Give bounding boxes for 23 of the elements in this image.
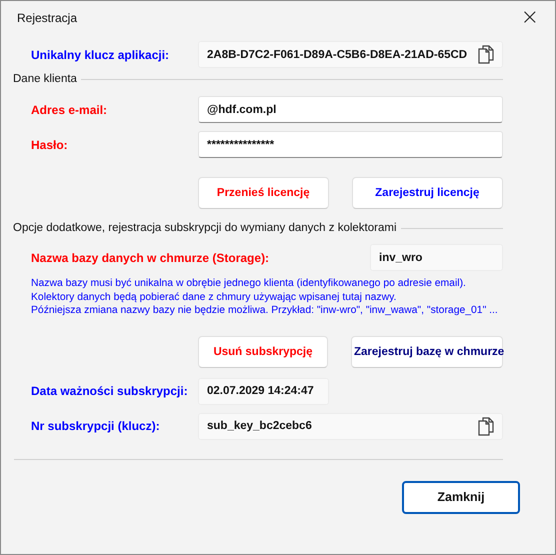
action-button[interactable]: Usuń subskrypcję bbox=[198, 336, 328, 368]
field-label: Unikalny klucz aplikacji: bbox=[30, 48, 170, 62]
value-field[interactable]: @hdf.com.pl bbox=[198, 96, 503, 123]
field-label: Nr subskrypcji (klucz): bbox=[30, 419, 161, 433]
field-label: Data ważności subskrypcji: bbox=[30, 384, 189, 398]
info-text: Późniejsza zmiana nazwy bazy nie będzie możliwa. Przykład: "inw-wro", "inw_wawa", "storage_01" ... bbox=[31, 304, 499, 318]
section-title: Opcje dodatkowe, rejestracja subskrypcji do wymiany danych z kolektorami bbox=[13, 222, 396, 234]
field-label: Adres e-mail: bbox=[30, 102, 108, 116]
window-title: Rejestracja bbox=[17, 11, 78, 25]
section-title: Dane klienta bbox=[13, 73, 77, 85]
action-button[interactable]: Zarejestruj licencję bbox=[352, 177, 503, 209]
action-button[interactable]: Zarejestruj bazę w chmurze bbox=[351, 336, 503, 368]
value-field[interactable]: *************** bbox=[198, 131, 503, 158]
field-label: Hasło: bbox=[30, 138, 69, 152]
close-button[interactable]: × bbox=[516, 7, 543, 29]
action-button[interactable]: Przenieś licencję bbox=[198, 177, 329, 209]
field-label: Nazwa bazy danych w chmurze (Storage): bbox=[30, 250, 270, 264]
value-field[interactable]: inv_wro bbox=[370, 244, 503, 271]
value-field: 2A8B-D7C2-F061-D89A-C5B6-D8EA-21AD-65CD bbox=[198, 41, 503, 68]
value-field: 02.07.2029 14:24:47 bbox=[198, 378, 329, 404]
close-dialog-button[interactable]: Zamknij bbox=[402, 480, 520, 514]
info-text: Nazwa bazy musi być unikalna w obrębie jednego klienta (identyfikowanego po adresie email). Kolektory danych będą pobierać dane z chmury używając wpisanej tutaj nazwy. bbox=[31, 277, 467, 304]
value-field: sub_key_bc2cebc6 bbox=[198, 412, 503, 440]
